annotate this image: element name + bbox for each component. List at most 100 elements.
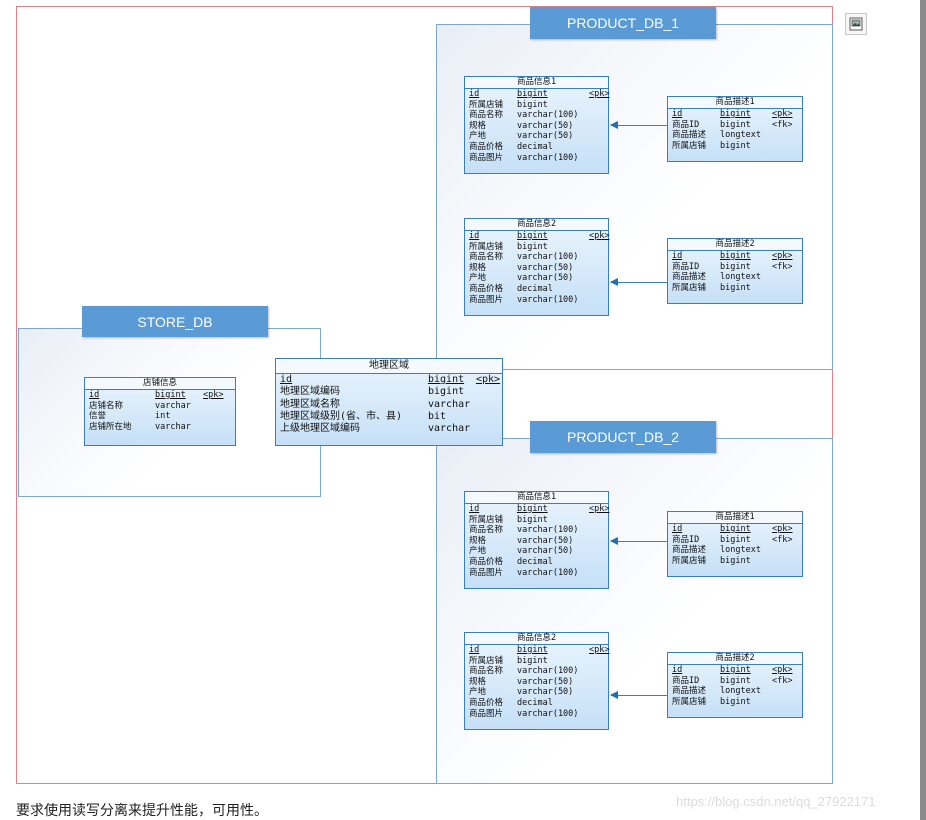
store-db-title: STORE_DB — [82, 306, 268, 337]
column-name: 商品描述 — [672, 272, 707, 283]
table-row: id bigint <pk> — [85, 390, 235, 401]
table-row: 产地 varchar(50) — [465, 131, 608, 142]
watermark-text: https://blog.csdn.net/qq_27922171 — [676, 794, 876, 809]
column-type: varchar(100) — [517, 152, 579, 163]
product-info-1-table-db2[interactable]: 商品信息1 id bigint <pk> 所属店铺 bigint 商品名称 varchar(1… — [464, 491, 609, 589]
column-name: 商品图片 — [469, 567, 504, 578]
column-name: 所属店铺 — [469, 241, 504, 252]
table-row: 商品名称 varchar(100) — [465, 252, 608, 263]
column-type: bigint — [517, 99, 548, 110]
table-title: 商品信息2 — [465, 633, 608, 645]
region-area-table[interactable]: 地理区域 id bigint <pk> 地理区域编码 bigint 地理区域名称 varcha… — [275, 358, 503, 446]
column-type: bigint — [720, 534, 751, 545]
column-name: 规格 — [469, 120, 487, 131]
product-desc-2-table[interactable]: 商品描述2 id bigint <pk> 商品ID bigint <fk> 商品描述 longt… — [667, 238, 803, 304]
column-name: 所属店铺 — [672, 282, 707, 293]
column-type: bigint — [428, 386, 465, 398]
column-name: 商品价格 — [469, 283, 504, 294]
column-type: varchar(50) — [517, 676, 574, 687]
product-desc-1-table-db2[interactable]: 商品描述1 id bigint <pk> 商品ID bigint <fk> 商品描述 longt… — [667, 511, 803, 577]
column-name: id — [469, 645, 480, 655]
table-row: 商品名称 varchar(100) — [465, 666, 608, 677]
column-type: varchar(100) — [517, 567, 579, 578]
column-type: varchar(100) — [517, 708, 579, 719]
table-title: 商品信息1 — [465, 77, 608, 89]
table-title: 商品描述2 — [668, 653, 802, 665]
table-row: 地理区域级别(省、市、县) bit — [276, 411, 502, 423]
column-name: 所属店铺 — [469, 514, 504, 525]
table-row: id bigint <pk> — [465, 504, 609, 515]
column-type: varchar(100) — [517, 666, 579, 677]
column-type: varchar(100) — [517, 110, 579, 121]
table-row: 所属店铺 bigint — [668, 141, 802, 152]
column-name: 产地 — [469, 131, 487, 142]
column-key: <fk> — [772, 675, 793, 686]
table-row: 商品名称 varchar(100) — [465, 525, 608, 536]
table-title: 地理区域 — [276, 359, 502, 374]
column-type: bigint — [720, 140, 751, 151]
column-type: bigint — [720, 261, 751, 272]
table-row: 商品图片 varchar(100) — [465, 295, 608, 306]
column-type: bigint — [720, 696, 751, 707]
table-row: 地理区域名称 varchar — [276, 399, 502, 411]
table-row: 商品描述 longtext — [668, 272, 802, 283]
column-name: 商品图片 — [469, 294, 504, 305]
column-key: <pk> — [589, 645, 610, 655]
table-row: 商品价格 decimal — [465, 557, 608, 568]
column-name: 商品名称 — [469, 666, 504, 677]
column-type: bigint — [155, 390, 186, 400]
column-type: bigint — [720, 555, 751, 566]
column-type: varchar(50) — [517, 262, 574, 273]
table-row: 规格 varchar(50) — [465, 536, 608, 547]
table-row: 产地 varchar(50) — [465, 546, 608, 557]
column-type: decimal — [517, 697, 553, 708]
image-icon — [849, 17, 863, 31]
column-name: 商品ID — [672, 261, 700, 272]
column-type: decimal — [517, 141, 553, 152]
column-key: <fk> — [772, 119, 793, 130]
table-row: id bigint <pk> — [465, 231, 610, 242]
table-row: 所属店铺 bigint — [465, 100, 608, 111]
product-db-2-title: PRODUCT_DB_2 — [530, 421, 716, 453]
product-info-1-table[interactable]: 商品信息1 id bigint <pk> 所属店铺 bigint 商品名称 varchar(1… — [464, 76, 609, 174]
table-row: 商品ID bigint <fk> — [668, 120, 802, 131]
table-row: id bigint <pk> — [276, 374, 502, 386]
column-key: <fk> — [772, 261, 793, 272]
store-info-table[interactable]: 店铺信息 id bigint <pk> 店铺名称 varchar 信誉 int 店铺所在地 var… — [84, 377, 236, 446]
scrollbar[interactable] — [920, 0, 926, 820]
column-type: bigint — [517, 655, 548, 666]
relation-line-4 — [611, 695, 667, 696]
product-info-2-table-db2[interactable]: 商品信息2 id bigint <pk> 所属店铺 bigint 商品名称 varchar(1… — [464, 632, 609, 730]
column-name: 商品ID — [672, 675, 700, 686]
column-type: bigint — [720, 282, 751, 293]
column-name: id — [672, 251, 683, 261]
column-key: <fk> — [772, 534, 793, 545]
table-title: 商品描述2 — [668, 239, 802, 251]
caption-text: 要求使用读写分离来提升性能，可用性。 — [16, 802, 268, 818]
column-key: <pk> — [589, 231, 610, 241]
table-row: 商品描述 longtext — [668, 686, 802, 697]
column-name: 所属店铺 — [672, 140, 707, 151]
column-name: 商品图片 — [469, 708, 504, 719]
product-db-1-title: PRODUCT_DB_1 — [530, 7, 716, 39]
column-type: longtext — [720, 545, 761, 556]
column-name: 商品价格 — [469, 556, 504, 567]
table-row: 规格 varchar(50) — [465, 263, 608, 274]
column-type: bigint — [720, 109, 751, 119]
product-desc-1-table[interactable]: 商品描述1 id bigint <pk> 商品ID bigint <fk> 商品描述 longt… — [667, 96, 803, 162]
product-desc-2-table-db2[interactable]: 商品描述2 id bigint <pk> 商品ID bigint <fk> 商品描述 longt… — [667, 652, 803, 718]
product-info-2-table[interactable]: 商品信息2 id bigint <pk> 所属店铺 bigint 商品名称 varchar(1… — [464, 218, 609, 316]
column-name: 店铺所在地 — [89, 421, 132, 432]
column-name: 地理区域级别(省、市、县) — [280, 410, 403, 422]
column-type: bigint — [517, 231, 548, 241]
column-type: bigint — [517, 89, 548, 99]
column-name: 商品描述 — [672, 545, 707, 556]
column-key: <pk> — [772, 251, 793, 261]
column-type: longtext — [720, 130, 761, 141]
column-type: varchar(100) — [517, 252, 579, 263]
table-row: 所属店铺 bigint — [465, 242, 608, 253]
table-row: id bigint <pk> — [668, 109, 802, 120]
table-row: 信誉 int — [85, 411, 235, 422]
column-name: 商品名称 — [469, 110, 504, 121]
image-view-button[interactable] — [845, 13, 867, 35]
